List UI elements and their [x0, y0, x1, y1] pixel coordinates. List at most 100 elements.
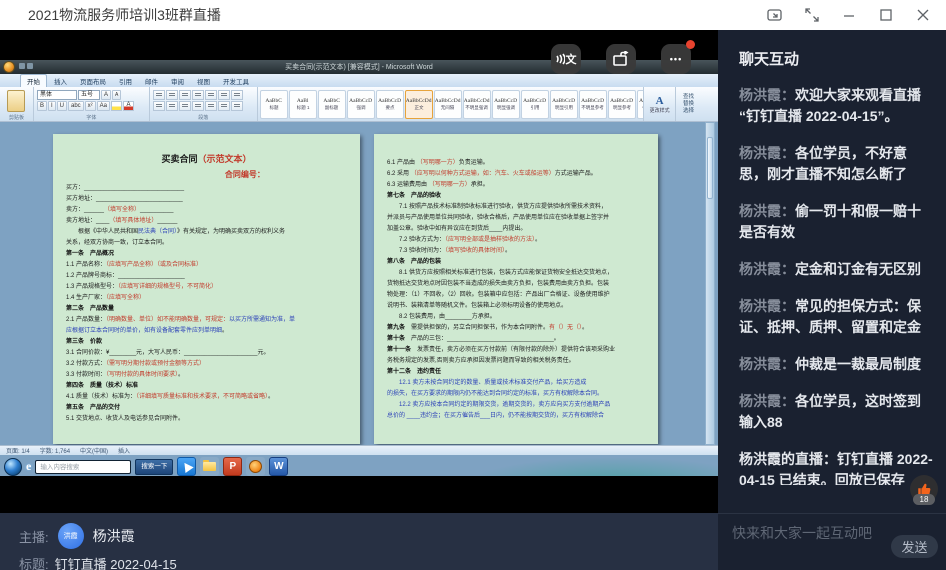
style-chip[interactable]: AaBbCcD明显引用	[550, 90, 578, 119]
rotate-screen-button[interactable]	[606, 44, 636, 74]
word-status-bar: 页面: 1/4字数: 1,764中文(中国)插入	[0, 445, 718, 455]
ribbon-tab[interactable]: 引用	[113, 75, 138, 87]
video-area: 文 ••• 买卖合同(示范文本) [兼容模式] - Microsoft Word	[0, 30, 718, 570]
font-color-icon[interactable]: A	[123, 101, 134, 111]
style-chip[interactable]: AaBbCcD不明显参考	[579, 90, 607, 119]
ribbon-tab[interactable]: 邮件	[139, 75, 164, 87]
paragraph-tool-icon[interactable]	[231, 101, 243, 111]
font-format-button[interactable]: I	[48, 101, 56, 111]
ribbon-tab[interactable]: 开发工具	[217, 75, 255, 87]
more-options-button[interactable]: •••	[661, 44, 691, 74]
style-chip[interactable]: AaBbCcD引用	[521, 90, 549, 119]
edit-menu-item[interactable]: 查找	[677, 94, 717, 100]
document-line: 2.1 产品数量：（明确数量、单位）如不能明确数量，可规定：以买方所需通知为准，…	[53, 315, 360, 326]
paragraph-tool-icon[interactable]	[153, 101, 165, 111]
style-chip[interactable]: AaBbCcDd不明显强调	[463, 90, 491, 119]
host-avatar[interactable]: 洪霞	[58, 523, 84, 549]
recorder-icon[interactable]	[246, 457, 265, 476]
font-format-button[interactable]: B	[37, 101, 47, 111]
chat-message: 杨洪霞：各位学员，不好意思，刚才直播不知怎么断了	[739, 143, 934, 185]
document-line: 1.3 产品规格型号：（应填写详细的规格型号，不可简化）	[53, 282, 360, 293]
document-line: 第二条 产品数量	[53, 304, 360, 315]
taskbar-wallpaper-glow	[458, 455, 718, 476]
explorer-folder-icon[interactable]	[200, 457, 219, 476]
highlight-color-icon[interactable]	[111, 101, 122, 111]
word-icon[interactable]: W	[269, 457, 288, 476]
paragraph-tool-icon[interactable]	[179, 90, 191, 100]
document-line: 关系，经双方协商一致，订立本合同。	[53, 238, 360, 249]
style-chip[interactable]: AaBbCcDd无间隔	[434, 90, 462, 119]
paragraph-tool-icon[interactable]	[192, 101, 204, 111]
fullscreen-icon[interactable]	[804, 8, 819, 23]
paragraph-tool-icon[interactable]	[179, 101, 191, 111]
style-chip[interactable]: AaBbC副标题	[318, 90, 346, 119]
edit-menu-item[interactable]: 选择	[677, 108, 717, 114]
chat-panel: 聊天互动 杨洪霞：欢迎大家来观看直播 “钉钉直播 2022-04-15”。杨洪霞…	[718, 30, 946, 570]
undo-icon[interactable]	[27, 63, 33, 69]
shrink-font-button[interactable]: A	[112, 90, 121, 100]
maximize-icon[interactable]	[878, 8, 893, 23]
style-chip[interactable]: AaBbCcD书籍标题	[637, 90, 644, 119]
style-chip[interactable]: AaBbC标题	[260, 90, 288, 119]
dingtalk-icon[interactable]	[177, 457, 196, 476]
paragraph-tool-icon[interactable]	[205, 101, 217, 111]
minimize-icon[interactable]	[841, 8, 856, 23]
subtitle-translate-button[interactable]: 文	[551, 44, 581, 74]
paste-button[interactable]	[7, 90, 25, 112]
close-icon[interactable]	[915, 8, 930, 23]
taskbar-search-input[interactable]: 输入内容搜索	[35, 460, 131, 474]
font-format-button[interactable]: abc	[68, 101, 84, 111]
paragraph-tool-icon[interactable]	[205, 90, 217, 100]
ie-icon[interactable]: e	[26, 459, 31, 474]
font-format-button[interactable]: U	[57, 101, 67, 111]
chat-message-list[interactable]: 杨洪霞：欢迎大家来观看直播 “钉钉直播 2022-04-15”。杨洪霞：各位学员…	[718, 85, 946, 485]
float-window-icon[interactable]	[767, 8, 782, 23]
paragraph-tool-icon[interactable]	[218, 101, 230, 111]
chat-input[interactable]: 快来和大家一起互动吧	[732, 523, 872, 543]
paragraph-tool-icon[interactable]	[231, 90, 243, 100]
document-line: 1.2 产品牌号商标：____________________	[53, 271, 360, 282]
font-size-select[interactable]: 五号	[78, 90, 100, 100]
save-icon[interactable]	[19, 63, 25, 69]
paragraph-tool-icon[interactable]	[166, 101, 178, 111]
ribbon-tab[interactable]: 审阅	[165, 75, 190, 87]
chat-message-sender: 杨洪霞：	[739, 356, 795, 372]
status-item: 插入	[118, 446, 130, 455]
edit-menu-item[interactable]: 替换	[677, 101, 717, 107]
document-line: 说明书、装箱清单等随机文件。包装箱上必须标明设备的使用地点。	[374, 301, 658, 312]
powerpoint-icon[interactable]: P	[223, 457, 242, 476]
chat-message-sender: 杨洪霞：	[739, 298, 795, 314]
paragraph-tool-icon[interactable]	[218, 90, 230, 100]
ribbon-tab[interactable]: 开始	[20, 74, 47, 87]
paragraph-tool-icon[interactable]	[153, 90, 165, 100]
style-chip[interactable]: AaBl标题 1	[289, 90, 317, 119]
change-styles-button[interactable]: A 更改样式	[644, 87, 676, 121]
word-scrollbar[interactable]	[705, 122, 715, 445]
style-chip[interactable]: AaBbCcD强调	[347, 90, 375, 119]
taskbar-search-button[interactable]: 搜索一下	[135, 459, 173, 475]
style-chip[interactable]: AaBbCcDd正文	[405, 90, 433, 119]
ribbon-tab[interactable]: 视图	[191, 75, 216, 87]
style-chip[interactable]: AaBbCcD明显强调	[492, 90, 520, 119]
paragraph-tool-icon[interactable]	[192, 90, 204, 100]
document-line: 6.2 采用 （应写明以何种方式运输，如：汽车、火车或船运等）方式运输产品。	[374, 169, 658, 180]
scrollbar-thumb[interactable]	[707, 137, 713, 199]
document-line: 货物抵达交货地点时因包装不当造成的损失由卖方负担，包装费用由卖方负担。包装	[374, 279, 658, 290]
grow-font-button[interactable]: A	[101, 90, 111, 100]
style-chip[interactable]: AaBbCcD明显参考	[608, 90, 636, 119]
font-format-button[interactable]: Aa	[97, 101, 110, 111]
contract-number-line: 合同编号：	[53, 169, 360, 180]
start-button[interactable]	[4, 458, 22, 476]
paragraph-tool-icon[interactable]	[166, 90, 178, 100]
style-chip[interactable]: AaBbCcD要点	[376, 90, 404, 119]
font-format-button[interactable]: x²	[85, 101, 96, 111]
like-count-badge: 18	[913, 494, 935, 505]
send-button[interactable]: 发送	[891, 535, 938, 558]
word-ribbon: 剪贴板 黑体 五号 A A BIUabcx²AaA 字体	[0, 87, 718, 122]
font-name-select[interactable]: 黑体	[37, 90, 77, 100]
ribbon-tab[interactable]: 页面布局	[74, 75, 112, 87]
office-button[interactable]	[3, 61, 15, 73]
document-line: 3.1 合同价款：¥________元，大写人民币：______________…	[53, 348, 360, 359]
ribbon-tab[interactable]: 插入	[48, 75, 73, 87]
quick-access-toolbar	[19, 63, 33, 69]
